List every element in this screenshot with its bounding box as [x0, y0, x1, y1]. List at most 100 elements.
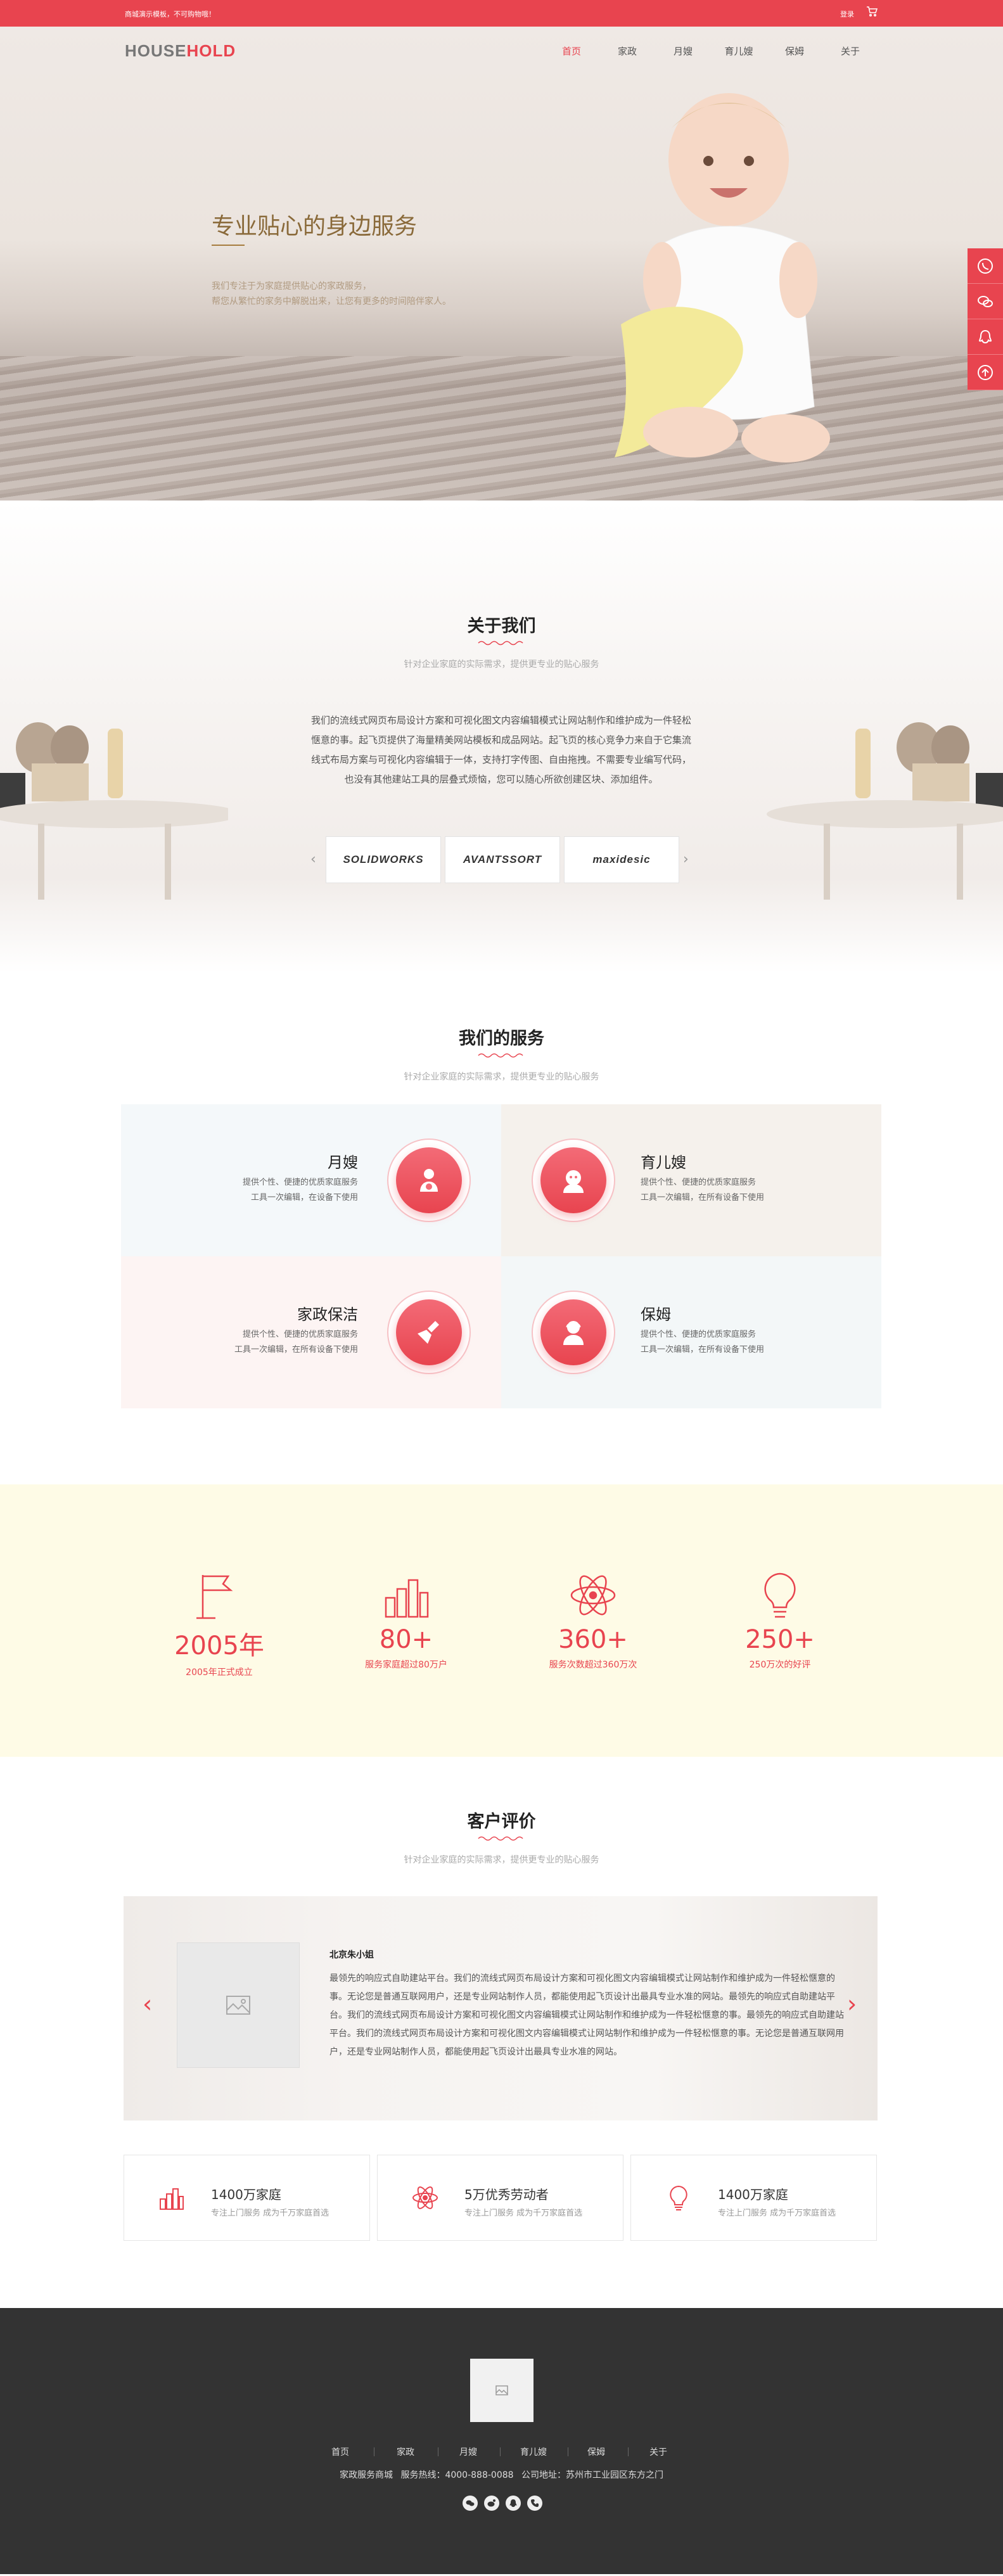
service-card-cleaning[interactable]: 家政保洁 提供个性、便捷的优质家庭服务 工具一次编辑，在所有设备下使用	[121, 1256, 501, 1408]
bar-chart-icon	[313, 1567, 499, 1624]
lightbulb-icon	[687, 1567, 873, 1624]
reviews-section: 客户评价 针对企业家庭的实际需求，提供更专业的贴心服务 ‹ 北京朱小姐 最领先的…	[0, 1757, 1003, 2308]
feature-title: 1400万家庭	[718, 2187, 788, 2202]
site-footer: 首页 家政 月嫂 育儿嫂 保姆 关于 家政服务商城 服务热线：4000-888-…	[0, 2308, 1003, 2574]
footer-nav: 首页 家政 月嫂 育儿嫂 保姆 关于	[319, 2445, 684, 2459]
baby-face-icon	[563, 1170, 584, 1193]
stat-number: 250+	[745, 1625, 815, 1654]
brand-logo: SOLIDWORKS	[326, 836, 441, 883]
footer-nav-babysitter[interactable]: 保姆	[587, 2445, 605, 2458]
top-notice: 商城演示模板，不可购物哦！	[125, 10, 215, 18]
hero-title: 专业贴心的身边服务	[212, 214, 418, 239]
qq-icon[interactable]	[968, 319, 1003, 355]
footer-address: 公司地址：苏州市工业园区东方之门	[521, 2470, 663, 2480]
lightbulb-icon	[663, 2182, 694, 2214]
stat-label: 250万次的好评	[749, 1660, 811, 1670]
bar-chart-icon	[156, 2182, 188, 2214]
wechat-icon[interactable]	[463, 2496, 478, 2511]
hero-banner: HOUSEHOLD 首页 家政 月嫂 育儿嫂 保姆 关于 专业贴心的身边服务 我…	[0, 27, 1003, 501]
brand-logo: maxidesic	[564, 836, 679, 883]
services-subtitle: 针对企业家庭的实际需求，提供更专业的贴心服务	[404, 1072, 599, 1082]
qq-icon[interactable]	[506, 2496, 521, 2511]
feature-title: 5万优秀劳动者	[464, 2187, 549, 2202]
atom-icon	[409, 2182, 441, 2214]
side-float-bar	[968, 248, 1003, 390]
stat-item: 250+ 250万次的好评	[687, 1567, 873, 1671]
footer-contact: 家政服务商城 服务热线：4000-888-0088 公司地址：苏州市工业园区东方…	[0, 2468, 1003, 2481]
footer-company: 家政服务商城	[340, 2470, 393, 2480]
review-next-icon[interactable]: ›	[847, 1990, 857, 2018]
reviewer-photo	[177, 1942, 300, 2068]
mother-baby-icon	[420, 1169, 438, 1192]
service-icon-circle	[387, 1138, 471, 1222]
flag-icon	[126, 1567, 312, 1624]
hero-divider	[212, 245, 245, 246]
reviews-title: 客户评价	[467, 1812, 536, 1832]
phone-icon[interactable]	[527, 2496, 542, 2511]
reviews-subtitle: 针对企业家庭的实际需求，提供更专业的贴心服务	[404, 1855, 599, 1865]
image-placeholder-icon	[226, 1996, 250, 2015]
stat-item: 2005年 2005年正式成立	[126, 1567, 312, 1678]
review-slider: ‹ 北京朱小姐 最领先的响应式自助建站平台。我们的流线式网页布局设计方案和可视化…	[124, 1896, 878, 2120]
feature-title: 1400万家庭	[211, 2187, 281, 2202]
back-to-top-icon[interactable]	[968, 355, 1003, 390]
login-link[interactable]: 登录	[840, 9, 854, 19]
services-section: 我们的服务 针对企业家庭的实际需求，提供更专业的贴心服务 月嫂 提供个性、便捷的…	[0, 972, 1003, 1484]
feature-desc: 专注上门服务 成为千万家庭首选	[464, 2209, 583, 2218]
about-title: 关于我们	[467, 616, 536, 636]
top-bar: 商城演示模板，不可购物哦！ 登录	[0, 0, 1003, 27]
baby-image	[615, 93, 830, 462]
stat-label: 服务次数超过360万次	[549, 1660, 637, 1670]
service-icon-circle	[532, 1138, 615, 1222]
feature-cards: 1400万家庭 专注上门服务 成为千万家庭首选 5万优秀劳动者 专注上门服务 成…	[124, 2155, 878, 2241]
stat-label: 服务家庭超过80万户	[365, 1660, 447, 1670]
services-title: 我们的服务	[459, 1029, 544, 1049]
site-logo[interactable]: HOUSEHOLD	[125, 41, 236, 61]
title-wave-decoration	[478, 1836, 523, 1841]
footer-nav-housekeeping[interactable]: 家政	[397, 2445, 414, 2458]
about-text: 我们的流线式网页布局设计方案和可视化图文内容编辑模式让网站制作和维护成为一件轻松…	[310, 715, 691, 785]
footer-nav-nanny[interactable]: 育儿嫂	[520, 2445, 547, 2458]
atom-icon	[500, 1567, 686, 1624]
footer-nav-maternity-nurse[interactable]: 月嫂	[459, 2445, 477, 2458]
service-icon-circle	[532, 1291, 615, 1374]
brand-prev-icon[interactable]: ‹	[310, 851, 316, 867]
brand-next-icon[interactable]: ›	[683, 851, 689, 867]
reviewer-name: 北京朱小姐	[329, 1950, 374, 1960]
wechat-icon[interactable]	[968, 284, 1003, 319]
feature-card: 1400万家庭 专注上门服务 成为千万家庭首选	[124, 2155, 370, 2241]
nav-home[interactable]: 首页	[544, 44, 599, 58]
stats-section: 2005年 2005年正式成立 80+ 服务家庭超过80万户 360+ 服务次数…	[0, 1484, 1003, 1757]
stat-number: 80+	[379, 1625, 433, 1654]
qr-code-image	[470, 2359, 533, 2422]
footer-nav-about[interactable]: 关于	[649, 2445, 667, 2458]
services-grid: 月嫂 提供个性、便捷的优质家庭服务 工具一次编辑，在设备下使用 育儿嫂 提供个性、…	[121, 1104, 881, 1408]
review-text: 最领先的响应式自助建站平台。我们的流线式网页布局设计方案和可视化图文内容编辑模式…	[329, 1973, 844, 2057]
stat-number: 360+	[558, 1625, 628, 1654]
stat-number: 2005年	[174, 1631, 264, 1661]
stat-label: 2005年正式成立	[186, 1667, 253, 1678]
service-card-babysitter[interactable]: 保姆 提供个性、便捷的优质家庭服务 工具一次编辑，在所有设备下使用	[501, 1256, 881, 1408]
about-section: 关于我们 针对企业家庭的实际需求，提供更专业的贴心服务 我们的流线式网页布局设计…	[0, 501, 1003, 972]
footer-phone: 服务热线：4000-888-0088	[400, 2470, 514, 2480]
service-icon-circle	[387, 1291, 471, 1374]
review-prev-icon[interactable]: ‹	[143, 1990, 152, 2018]
feature-card: 5万优秀劳动者 专注上门服务 成为千万家庭首选	[377, 2155, 623, 2241]
phone-icon[interactable]	[968, 248, 1003, 284]
footer-nav-home[interactable]: 首页	[331, 2445, 349, 2458]
cart-icon[interactable]	[866, 6, 878, 18]
stat-item: 360+ 服务次数超过360万次	[500, 1567, 686, 1671]
hero-subtitle: 我们专注于为家庭提供贴心的家政服务， 帮您从繁忙的家务中解脱出来，让您有更多的时…	[212, 281, 451, 307]
feature-desc: 专注上门服务 成为千万家庭首选	[718, 2209, 836, 2218]
furniture-decoration-right	[767, 722, 1003, 900]
brand-carousel: ‹ SOLIDWORKS AVANTSSORT maxidesic ›	[310, 836, 694, 883]
service-card-maternity-nurse[interactable]: 月嫂 提供个性、便捷的优质家庭服务 工具一次编辑，在设备下使用	[121, 1104, 501, 1256]
feature-card: 1400万家庭 专注上门服务 成为千万家庭首选	[630, 2155, 877, 2241]
social-links	[463, 2496, 542, 2511]
feature-desc: 专注上门服务 成为千万家庭首选	[211, 2209, 329, 2218]
about-subtitle: 针对企业家庭的实际需求，提供更专业的贴心服务	[404, 660, 599, 670]
weibo-icon[interactable]	[484, 2496, 499, 2511]
image-placeholder-icon	[495, 2385, 508, 2395]
service-card-nanny[interactable]: 育儿嫂 提供个性、便捷的优质家庭服务 工具一次编辑，在所有设备下使用	[501, 1104, 881, 1256]
stat-item: 80+ 服务家庭超过80万户	[313, 1567, 499, 1671]
